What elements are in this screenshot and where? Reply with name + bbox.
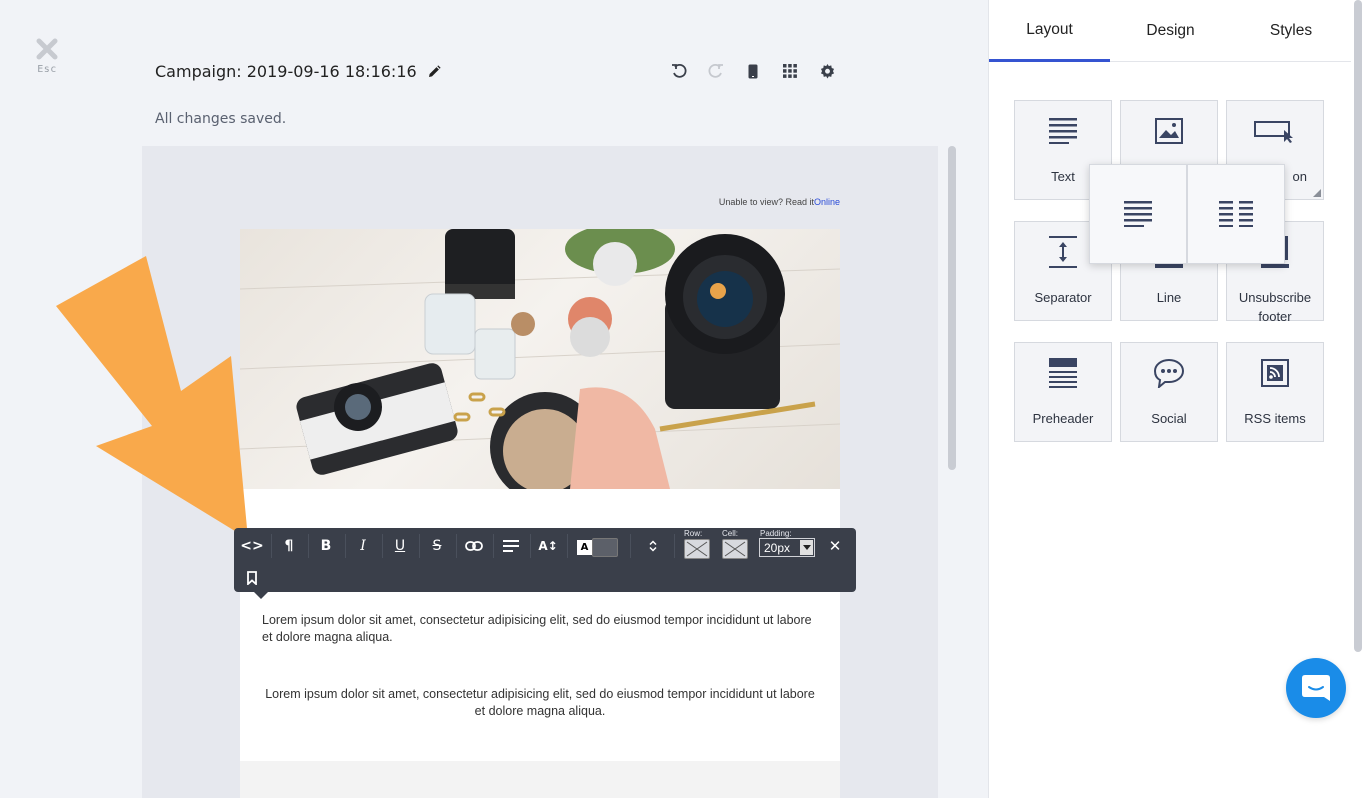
annotation-arrow-icon <box>56 256 248 539</box>
block-rss-label: RSS items <box>1244 411 1306 426</box>
undo-icon <box>672 63 687 78</box>
tab-styles[interactable]: Styles <box>1231 0 1351 62</box>
email-footer-band <box>240 761 840 798</box>
gear-icon <box>820 63 834 79</box>
tab-design[interactable]: Design <box>1110 0 1231 62</box>
source-code-button[interactable]: <> <box>235 534 269 558</box>
border-none-icon <box>686 541 708 557</box>
toolbar-divider <box>630 534 631 558</box>
redo-icon <box>708 63 723 78</box>
button-cursor-icon <box>1227 115 1323 147</box>
block-line-label: Line <box>1156 290 1182 305</box>
padding-label: Padding: <box>760 529 792 538</box>
paragraph-button[interactable]: ¶ <box>272 534 306 558</box>
undo-button[interactable] <box>668 60 690 82</box>
single-column-text-option[interactable] <box>1089 164 1187 264</box>
row-border-toggle[interactable] <box>684 539 710 559</box>
panel-scrollbar[interactable] <box>1354 0 1362 652</box>
toolbar-divider <box>674 534 675 558</box>
cell-label: Cell: <box>722 529 739 538</box>
text-block-2[interactable]: Lorem ipsum dolor sit amet, consectetur … <box>262 686 818 720</box>
chevron-down-icon <box>802 545 811 550</box>
text-lines-icon <box>1015 115 1111 147</box>
line-height-button[interactable] <box>636 534 670 558</box>
close-toolbar-button[interactable]: ✕ <box>818 534 852 558</box>
row-label: Row: <box>684 529 703 538</box>
up-down-chevron-icon <box>649 540 657 552</box>
bookmark-button[interactable] <box>235 566 269 590</box>
rss-icon <box>1227 357 1323 389</box>
rich-text-toolbar: <> ¶ B I U S A↕ A Row: Cell: Padding: 20… <box>234 528 856 599</box>
bookmark-icon <box>247 571 257 585</box>
block-social-label: Social <box>1151 411 1187 426</box>
edit-title-button[interactable] <box>427 64 441 79</box>
align-button[interactable] <box>494 534 528 558</box>
block-preheader-label: Preheader <box>1032 411 1094 426</box>
italic-button[interactable]: I <box>346 534 380 558</box>
color-swatch <box>592 538 618 557</box>
text-layout-popover <box>1089 164 1285 264</box>
esc-close-button[interactable]: Esc <box>32 38 62 75</box>
esc-label: Esc <box>37 64 57 75</box>
padding-select[interactable]: 20px <box>759 538 815 557</box>
social-chat-icon <box>1121 357 1217 389</box>
mobile-preview-button[interactable] <box>742 60 764 82</box>
toolbar-divider <box>567 534 568 558</box>
padding-dropdown <box>800 540 813 555</box>
underline-button[interactable]: U <box>383 534 417 558</box>
canvas-scrollbar[interactable] <box>948 146 956 470</box>
block-rss-items[interactable]: RSS items <box>1226 342 1324 442</box>
chat-icon <box>1302 675 1330 701</box>
block-preheader[interactable]: Preheader <box>1014 342 1112 442</box>
link-button[interactable] <box>457 534 491 558</box>
two-column-icon <box>1219 201 1253 227</box>
two-column-text-option[interactable] <box>1187 164 1285 264</box>
block-unsubscribe-label: Unsubscribe footer <box>1238 290 1312 324</box>
block-separator-label: Separator <box>1034 290 1092 305</box>
align-left-icon <box>503 540 519 552</box>
campaign-title-text: Campaign: 2019-09-16 18:16:16 <box>155 62 417 81</box>
text-color-picker[interactable]: A <box>577 538 618 557</box>
padding-value: 20px <box>764 540 791 555</box>
bold-button[interactable]: B <box>309 534 343 558</box>
view-online-link[interactable]: Online <box>814 197 840 207</box>
single-column-icon <box>1124 201 1152 227</box>
text-color-letter: A <box>577 540 592 555</box>
close-icon <box>36 38 58 60</box>
mobile-icon <box>748 64 758 78</box>
save-status: All changes saved. <box>155 111 287 127</box>
hero-photo-illustration <box>240 229 840 489</box>
image-icon <box>1121 115 1217 147</box>
view-online-line: Unable to view? Read itOnline <box>719 197 840 207</box>
hero-image[interactable] <box>240 229 840 489</box>
preheader-icon <box>1015 357 1111 389</box>
settings-button[interactable] <box>816 60 838 82</box>
grid-button[interactable] <box>779 60 801 82</box>
redo-button[interactable] <box>705 60 727 82</box>
font-size-button[interactable]: A↕ <box>531 534 565 558</box>
text-block-1[interactable]: Lorem ipsum dolor sit amet, consectetur … <box>262 612 818 646</box>
email-body: Lorem ipsum dolor sit amet, consectetur … <box>240 229 840 761</box>
email-canvas: Unable to view? Read itOnline Lorem ipsu… <box>142 146 938 798</box>
pencil-icon <box>428 64 441 77</box>
panel-tabs: Layout Design Styles <box>989 0 1351 62</box>
block-social[interactable]: Social <box>1120 342 1218 442</box>
grid-icon <box>783 64 797 78</box>
tab-layout[interactable]: Layout <box>989 0 1110 62</box>
chat-launcher-button[interactable] <box>1286 658 1346 718</box>
view-online-prefix: Unable to view? Read it <box>718 197 814 207</box>
top-actions <box>668 60 838 82</box>
cell-border-toggle[interactable] <box>722 539 748 559</box>
corner-indicator <box>1313 189 1321 197</box>
strikethrough-button[interactable]: S <box>420 534 454 558</box>
link-icon <box>465 541 483 551</box>
campaign-title: Campaign: 2019-09-16 18:16:16 <box>155 62 441 81</box>
toolbar-pointer <box>254 592 268 599</box>
border-none-icon <box>724 541 746 557</box>
